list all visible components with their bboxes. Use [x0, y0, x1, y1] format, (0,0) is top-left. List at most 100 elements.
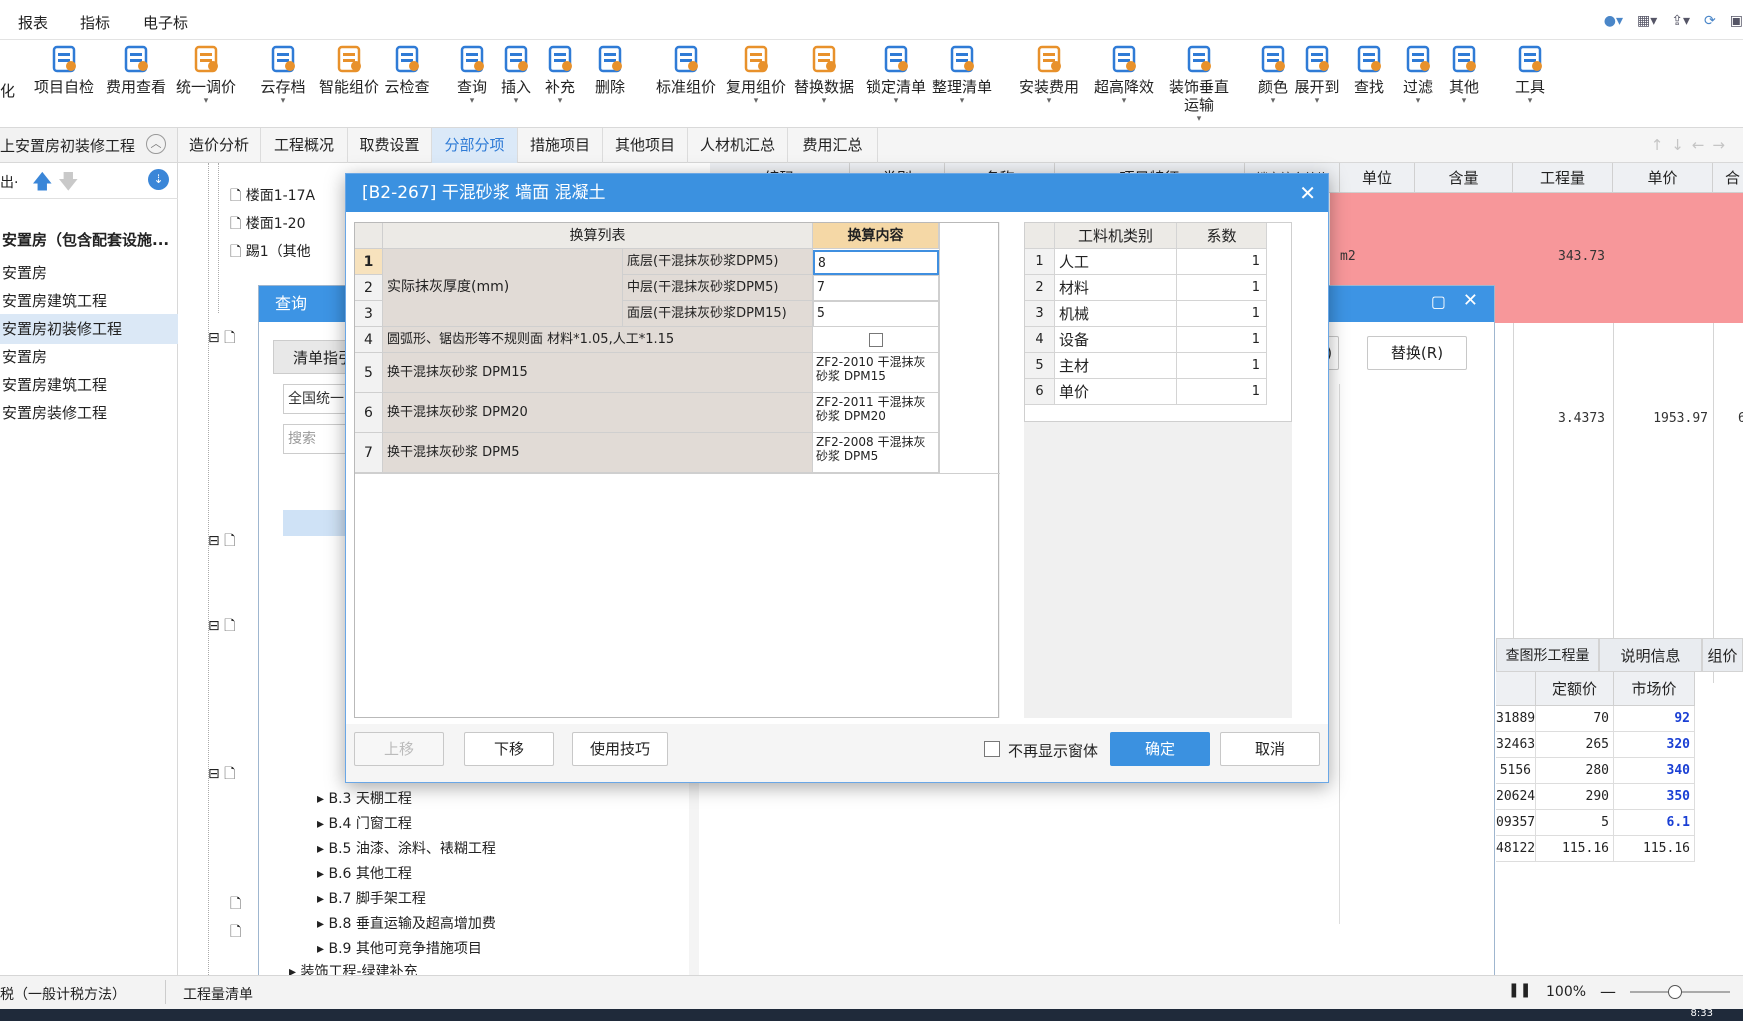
ribbon-button[interactable]: 其他 ▾ [1444, 44, 1484, 124]
ribbon-button[interactable]: 智能组价 [315, 44, 383, 124]
ribbon-button[interactable]: 云检查 [379, 44, 435, 124]
minimize-icon[interactable]: ▣ [1730, 13, 1743, 29]
menu-report[interactable]: 报表 [18, 12, 48, 33]
chevron-down-icon[interactable]: ▾ [452, 96, 492, 106]
zoom-slider-handle[interactable] [1668, 985, 1682, 999]
tab-4[interactable]: 措施项目 [518, 128, 603, 163]
tab-3[interactable]: 分部分项 [432, 128, 518, 163]
cancel-button[interactable]: 取消 [1220, 732, 1320, 766]
chapter-item[interactable]: ▸ B.3 天棚工程 [317, 788, 412, 808]
ribbon-button[interactable]: 过滤 ▾ [1398, 44, 1438, 124]
chevron-down-icon[interactable]: ▾ [722, 96, 790, 106]
tab-pricing[interactable]: 组价 [1702, 638, 1743, 672]
move-down-icon[interactable]: 🡇 [58, 167, 79, 201]
chapter-item[interactable]: ▸ B.8 垂直运输及超高增加费 [317, 913, 496, 933]
chapter-item[interactable]: ▸ B.4 门窗工程 [317, 813, 412, 833]
chevron-down-icon[interactable]: ▾ [1010, 96, 1088, 106]
tab-0[interactable]: 造价分析 [178, 128, 261, 163]
sidebar-item[interactable]: 安置房 [0, 342, 178, 372]
export-button[interactable]: 出· [0, 172, 18, 192]
tab-5[interactable]: 其他项目 [603, 128, 688, 163]
sidebar-item[interactable]: 安置房建筑工程 [0, 370, 178, 400]
chapter-item[interactable]: ▸ B.9 其他可竞争措施项目 [317, 938, 482, 958]
chevron-down-icon[interactable]: ▾ [496, 96, 536, 106]
chevron-down-icon[interactable]: ▾ [862, 96, 930, 106]
chevron-down-icon[interactable]: ▾ [1292, 96, 1342, 106]
coefficient-input[interactable]: 1 [1177, 249, 1267, 275]
tree-expander[interactable]: ⊟ 🗋 [208, 530, 235, 554]
ribbon-button[interactable]: 查询 ▾ [452, 44, 492, 124]
chevron-down-icon[interactable]: ▾ [253, 96, 313, 106]
ribbon-button[interactable]: 云存档 ▾ [253, 44, 313, 124]
zoom-out-icon[interactable]: — [1600, 982, 1616, 1001]
sidebar-item[interactable]: 安置房装修工程 [0, 398, 178, 428]
ribbon-button[interactable]: 插入 ▾ [496, 44, 536, 124]
tab-graphic-qty[interactable]: 查图形工程量 [1496, 638, 1599, 672]
help-icon[interactable]: ⟳ [1704, 13, 1716, 29]
irregular-surface-checkbox[interactable] [869, 333, 883, 347]
query-search-input[interactable]: 搜索 [283, 424, 353, 454]
ribbon-button[interactable]: 项目自检 [30, 44, 98, 124]
chevron-down-icon[interactable]: ▾ [1090, 96, 1158, 106]
menu-ebid[interactable]: 电子标 [143, 12, 188, 33]
ribbon-button[interactable]: 超高降效 ▾ [1090, 44, 1158, 124]
tree-expander[interactable]: ⊟ 🗋 [208, 763, 235, 787]
coefficient-input[interactable]: 1 [1177, 301, 1267, 327]
download-icon[interactable]: ⇣ [148, 169, 169, 190]
ribbon-button[interactable]: 补充 ▾ [540, 44, 580, 124]
tree-expander[interactable]: ⊟ 🗋 [208, 615, 235, 639]
replace-mortar-value[interactable]: ZF2-2011 干混抹灰砂浆 DPM20 [813, 393, 939, 433]
tree-item[interactable]: 🗋 楼面1-17A [230, 185, 315, 209]
tab-1[interactable]: 工程概况 [261, 128, 348, 163]
ribbon-button[interactable]: 复用组价 ▾ [722, 44, 790, 124]
ribbon-partial-label[interactable]: 化 [0, 80, 15, 101]
chevron-down-icon[interactable]: ▾ [1163, 114, 1235, 124]
move-up-button[interactable]: 上移 [354, 732, 444, 766]
middle-layer-thickness-input[interactable]: 7 [813, 275, 939, 301]
surface-layer-thickness-input[interactable]: 5 [813, 301, 939, 327]
user-icon[interactable]: ●▾ [1604, 13, 1623, 29]
move-up-icon[interactable]: 🡅 [32, 167, 53, 201]
maximize-icon[interactable]: ▢ [1431, 292, 1446, 311]
nav-arrows-icon[interactable]: ↑↓←→ [1651, 136, 1733, 154]
tips-button[interactable]: 使用技巧 [572, 732, 668, 766]
chapter-item[interactable]: ▸ B.6 其他工程 [317, 863, 412, 883]
tree-item[interactable]: 🗋 [230, 893, 241, 917]
replace-mortar-value[interactable]: ZF2-2010 干混抹灰砂浆 DPM15 [813, 353, 939, 393]
ribbon-button[interactable]: 锁定清单 ▾ [862, 44, 930, 124]
chapter-item[interactable]: ▸ B.7 脚手架工程 [317, 888, 426, 908]
ribbon-button[interactable]: 整理清单 ▾ [928, 44, 996, 124]
ribbon-button[interactable]: 工具 ▾ [1510, 44, 1550, 124]
chevron-down-icon[interactable]: ▾ [1510, 96, 1550, 106]
selected-row[interactable] [283, 510, 353, 536]
coefficient-input[interactable]: 1 [1177, 327, 1267, 353]
sidebar-item[interactable]: 安置房建筑工程 [0, 286, 178, 316]
tree-item[interactable]: 🗋 楼面1-20 [230, 213, 306, 237]
upload-icon[interactable]: ⇪▾ [1671, 13, 1690, 29]
close-icon[interactable]: ✕ [1463, 290, 1478, 311]
chevron-down-icon[interactable]: ▾ [172, 96, 240, 106]
ribbon-button[interactable]: 颜色 ▾ [1255, 44, 1291, 124]
coefficient-input[interactable]: 1 [1177, 379, 1267, 405]
sidebar-item[interactable]: 安置房 [0, 258, 178, 288]
ribbon-button[interactable]: 删除 [590, 44, 630, 124]
chevron-down-icon[interactable]: ▾ [790, 96, 858, 106]
replace-mortar-value[interactable]: ZF2-2008 干混抹灰砂浆 DPM5 [813, 433, 939, 473]
tab-7[interactable]: 费用汇总 [788, 128, 878, 163]
chapter-item[interactable]: ▸ B.5 油漆、涂料、裱糊工程 [317, 838, 496, 858]
tree-expander[interactable]: ⊟ 🗋 [208, 327, 235, 351]
close-icon[interactable]: ✕ [1299, 174, 1316, 212]
base-layer-thickness-input[interactable]: 8 [813, 250, 939, 275]
tab-6[interactable]: 人材机汇总 [688, 128, 788, 163]
tree-item[interactable]: 🗋 踢1（其他 [230, 241, 311, 265]
tree-item[interactable]: 🗋 [230, 921, 241, 945]
ok-button[interactable]: 确定 [1110, 732, 1210, 766]
collapse-icon[interactable]: ︿ [146, 134, 166, 154]
tab-2[interactable]: 取费设置 [348, 128, 432, 163]
ribbon-button[interactable]: 统一调价 ▾ [172, 44, 240, 124]
grid-icon[interactable]: ▦▾ [1637, 13, 1657, 29]
pause-icon[interactable]: ❚❚ [1508, 982, 1531, 998]
move-down-button[interactable]: 下移 [464, 732, 554, 766]
sidebar-item[interactable]: 安置房（包含配套设施... [0, 225, 178, 255]
coefficient-input[interactable]: 1 [1177, 275, 1267, 301]
